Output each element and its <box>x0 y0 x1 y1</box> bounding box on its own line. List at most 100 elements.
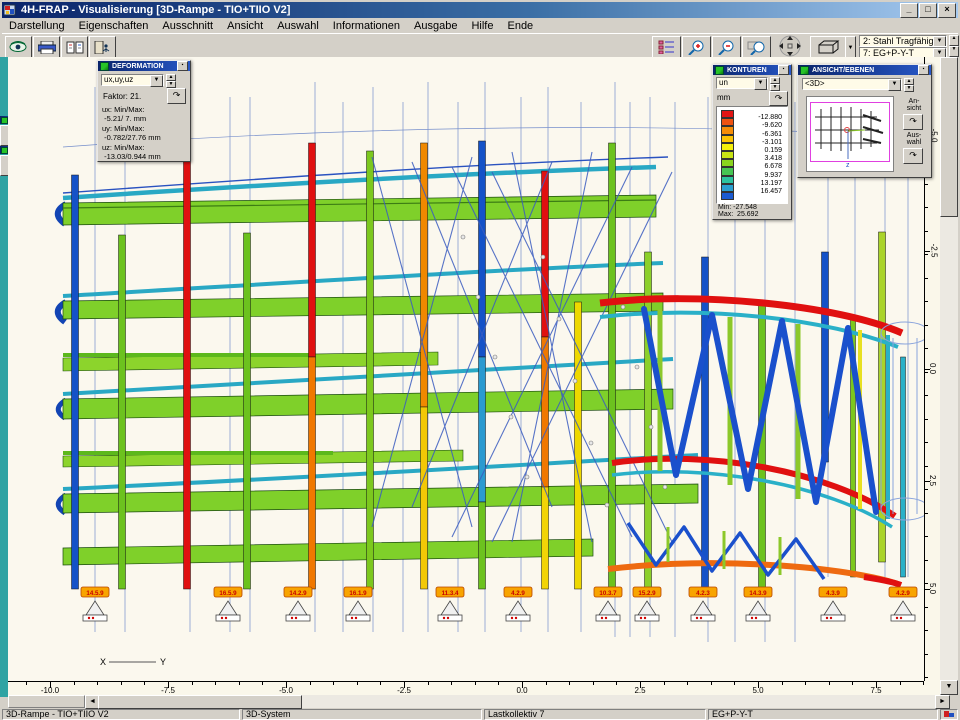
ruler-label: -2.5 <box>929 244 938 258</box>
vertical-scrollbar[interactable]: ▼ <box>940 57 958 695</box>
support-symbol: 10.3.7 <box>594 587 622 621</box>
spinner-down-icon[interactable]: ▼ <box>949 46 959 57</box>
deformation-spinner[interactable]: ▲▼ <box>166 74 176 86</box>
konturen-combo[interactable]: un ▼ <box>716 77 768 89</box>
apply-factor-button[interactable]: ↷ <box>167 88 186 104</box>
hscroll-thumb[interactable] <box>98 695 302 709</box>
zoom-in-button[interactable] <box>682 36 711 58</box>
ruler-label: -5.0 <box>279 686 293 695</box>
print-button[interactable] <box>33 36 60 58</box>
contour-legend: -12.880-9.620-6.361-3.1010.1593.4186.678… <box>716 106 788 204</box>
panel-collapse-button[interactable]: ▪ <box>918 65 929 75</box>
window-title: 4H-FRAP - Visualisierung [3D-Rampe - TIO… <box>21 4 290 16</box>
spinner-down-icon[interactable]: ▼ <box>166 81 176 88</box>
ansicht-panel-titlebar[interactable]: ANSICHT/EBENEN ▪ <box>798 65 931 75</box>
ruler-tick <box>925 513 928 514</box>
support-label: 4.3.9 <box>826 590 840 597</box>
apply-contour-button[interactable]: ↷ <box>769 91 788 106</box>
panel-collapse-button[interactable]: ▪ <box>778 65 789 75</box>
spinner-up-icon[interactable]: ▲ <box>949 35 959 46</box>
spinner-up-icon[interactable]: ▲ <box>904 78 914 85</box>
close-button[interactable]: × <box>938 3 956 18</box>
legend-color-block <box>721 143 734 151</box>
design-check-combo[interactable]: 2: Stahl Tragfähigkeit (Th. 2. O ▼ <box>859 35 947 47</box>
deformation-result-value: -13.03/0.944 mm <box>102 152 187 161</box>
ansicht-apply-button[interactable]: ↷ <box>903 114 923 130</box>
menu-item-ende[interactable]: Ende <box>500 20 540 32</box>
deformation-panel[interactable]: DEFORMATION ▪ ux,uy,uz ▼ ▲▼ Faktor: 21. … <box>97 60 191 162</box>
menu-item-informationen[interactable]: Informationen <box>326 20 407 32</box>
deformation-combo[interactable]: ux,uy,uz ▼ <box>101 74 164 86</box>
support-symbol: 4.2.9 <box>504 587 532 621</box>
deformation-result-value: -0.782/27.76 mm <box>102 133 187 142</box>
view-3d-box-button[interactable] <box>810 36 846 59</box>
menu-item-ausschnitt[interactable]: Ausschnitt <box>155 20 220 32</box>
ruler-tick <box>925 254 928 255</box>
vscroll-down-arrow[interactable]: ▼ <box>940 680 958 695</box>
ruler-tick <box>925 630 928 631</box>
panel-collapse-button[interactable]: ▪ <box>177 61 188 71</box>
horizontal-scrollbar[interactable]: ◄ ► <box>85 695 950 708</box>
view-preview[interactable]: z <box>806 96 894 172</box>
view-3d-dropdown-button[interactable]: ▼ <box>845 36 856 59</box>
ruler-tick <box>925 536 928 537</box>
combo-arrow-icon[interactable]: ▼ <box>754 78 767 90</box>
ruler-tick <box>475 682 476 685</box>
hscroll-right-arrow[interactable]: ► <box>935 695 950 709</box>
menu-item-auswahl[interactable]: Auswahl <box>270 20 326 32</box>
ruler-tick <box>829 682 830 685</box>
help-book-button[interactable] <box>61 36 88 58</box>
pan-navigation-pad[interactable] <box>774 36 806 56</box>
status-cell: EG+P-Y-T <box>708 709 938 720</box>
view-eye-button[interactable] <box>5 36 32 58</box>
ansicht-ebenen-panel[interactable]: ANSICHT/EBENEN ▪ <3D> ▼ ▲▼ z An- sicht <box>797 64 932 178</box>
ruler-tick <box>687 682 688 685</box>
menu-item-darstellung[interactable]: Darstellung <box>2 20 72 32</box>
ruler-tick <box>239 682 240 685</box>
support-label: 10.3.7 <box>599 590 617 597</box>
vscroll-thumb[interactable] <box>940 57 958 217</box>
support-label: 4.2.9 <box>511 590 525 597</box>
ruler-tick <box>333 682 334 685</box>
konturen-spinner[interactable]: ▲▼ <box>770 77 780 89</box>
menu-item-eigenschaften[interactable]: Eigenschaften <box>72 20 156 32</box>
menu-item-ausgabe[interactable]: Ausgabe <box>407 20 464 32</box>
menu-item-ansicht[interactable]: Ansicht <box>220 20 270 32</box>
legend-color-block <box>721 118 734 126</box>
menu-item-hilfe[interactable]: Hilfe <box>464 20 500 32</box>
deformation-panel-titlebar[interactable]: DEFORMATION ▪ <box>98 61 190 71</box>
panel-icon <box>800 66 809 75</box>
zoom-out-button[interactable] <box>712 36 741 58</box>
auswahl-apply-button[interactable]: ↷ <box>903 148 923 164</box>
support-label: 16.1.9 <box>349 590 367 597</box>
support-symbol: 4.2.9 <box>889 587 917 621</box>
spinner-up-icon[interactable]: ▲ <box>770 77 780 84</box>
combo-arrow-icon[interactable]: ▼ <box>150 75 163 87</box>
spinner-down-icon[interactable]: ▼ <box>904 85 914 92</box>
unit-label: mm <box>717 93 730 102</box>
zoom-window-button[interactable] <box>742 36 771 58</box>
konturen-panel-titlebar[interactable]: KONTUREN ▪ <box>713 65 791 75</box>
maximize-button[interactable]: □ <box>919 3 937 18</box>
combo-arrow-icon[interactable]: ▼ <box>933 36 946 47</box>
spinner-up-icon[interactable]: ▲ <box>166 74 176 81</box>
minimize-button[interactable]: _ <box>900 3 918 18</box>
support-symbol: 14.3.9 <box>744 587 772 621</box>
structure-tree-button[interactable] <box>652 36 681 58</box>
ruler-label: -10.0 <box>41 686 59 695</box>
konturen-panel[interactable]: KONTUREN ▪ un ▼ ▲▼ mm ↷ -12.880-9.620-6.… <box>712 64 792 220</box>
view-select-combo[interactable]: <3D> ▼ <box>802 78 902 90</box>
ruler-tick <box>805 682 806 685</box>
spinner-down-icon[interactable]: ▼ <box>770 84 780 91</box>
axis-x-label: X <box>100 657 106 667</box>
title-bar[interactable]: 4H-FRAP - Visualisierung [3D-Rampe - TIO… <box>2 2 958 18</box>
exit-button[interactable] <box>89 36 116 58</box>
loadcase-spinner[interactable]: ▲▼ <box>949 35 959 57</box>
view-spinner[interactable]: ▲▼ <box>904 78 914 90</box>
ruler-tick <box>569 682 570 685</box>
combo-arrow-icon[interactable]: ▼ <box>888 79 901 91</box>
legend-value: -9.620 <box>736 122 782 129</box>
konturen-panel-title: KONTUREN <box>727 67 767 74</box>
ruler-tick <box>782 682 783 685</box>
zoom-out-icon <box>717 40 737 55</box>
